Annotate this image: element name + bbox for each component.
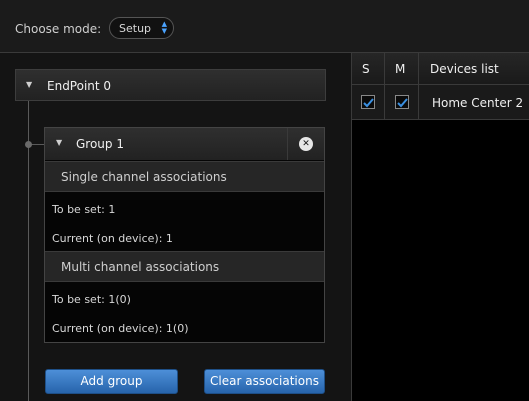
- device-row: Home Center 2: [352, 85, 529, 120]
- column-separator: [418, 53, 419, 120]
- endpoint-title: EndPoint 0: [47, 79, 112, 93]
- mode-label: Choose mode:: [15, 22, 102, 36]
- top-bar: Choose mode: Setup ▲ ▼: [0, 0, 529, 53]
- s-checkbox[interactable]: [361, 95, 375, 109]
- single-to-be-set: To be set: 1: [52, 203, 116, 216]
- remove-group-cell: ✕: [287, 128, 324, 160]
- single-channel-header: Single channel associations: [45, 161, 324, 192]
- tree-node-dot: [25, 141, 32, 148]
- add-group-button[interactable]: Add group: [45, 369, 178, 394]
- devices-list-header: Devices list: [430, 62, 499, 76]
- mode-select[interactable]: Setup ▲ ▼: [109, 17, 174, 39]
- group-title: Group 1: [76, 137, 124, 151]
- chevron-down-icon: ▼: [26, 80, 33, 89]
- devices-header: S M Devices list: [352, 53, 529, 85]
- checkmark-icon: [397, 98, 408, 108]
- endpoint-header[interactable]: ▼ EndPoint 0: [15, 69, 326, 101]
- m-checkbox[interactable]: [395, 95, 409, 109]
- clear-associations-button[interactable]: Clear associations: [204, 369, 325, 394]
- multi-to-be-set: To be set: 1(0): [52, 293, 131, 306]
- group-header[interactable]: ▼ Group 1 ✕: [45, 128, 324, 160]
- device-name: Home Center 2: [432, 96, 524, 110]
- chevron-down-icon: ▼: [56, 138, 63, 147]
- column-m-header: M: [395, 62, 406, 76]
- group-panel: ▼ Group 1 ✕ Single channel associations …: [44, 127, 325, 343]
- close-icon[interactable]: ✕: [299, 137, 313, 151]
- multi-channel-header: Multi channel associations: [45, 251, 324, 282]
- multi-channel-title: Multi channel associations: [61, 260, 220, 274]
- mode-select-value: Setup: [119, 22, 152, 35]
- single-current: Current (on device): 1: [52, 232, 173, 245]
- multi-current: Current (on device): 1(0): [52, 322, 189, 335]
- up-down-arrows-icon: ▲ ▼: [161, 20, 167, 35]
- checkmark-icon: [363, 98, 374, 108]
- single-channel-title: Single channel associations: [61, 170, 227, 184]
- column-s-header: S: [362, 62, 370, 76]
- column-separator: [384, 53, 385, 120]
